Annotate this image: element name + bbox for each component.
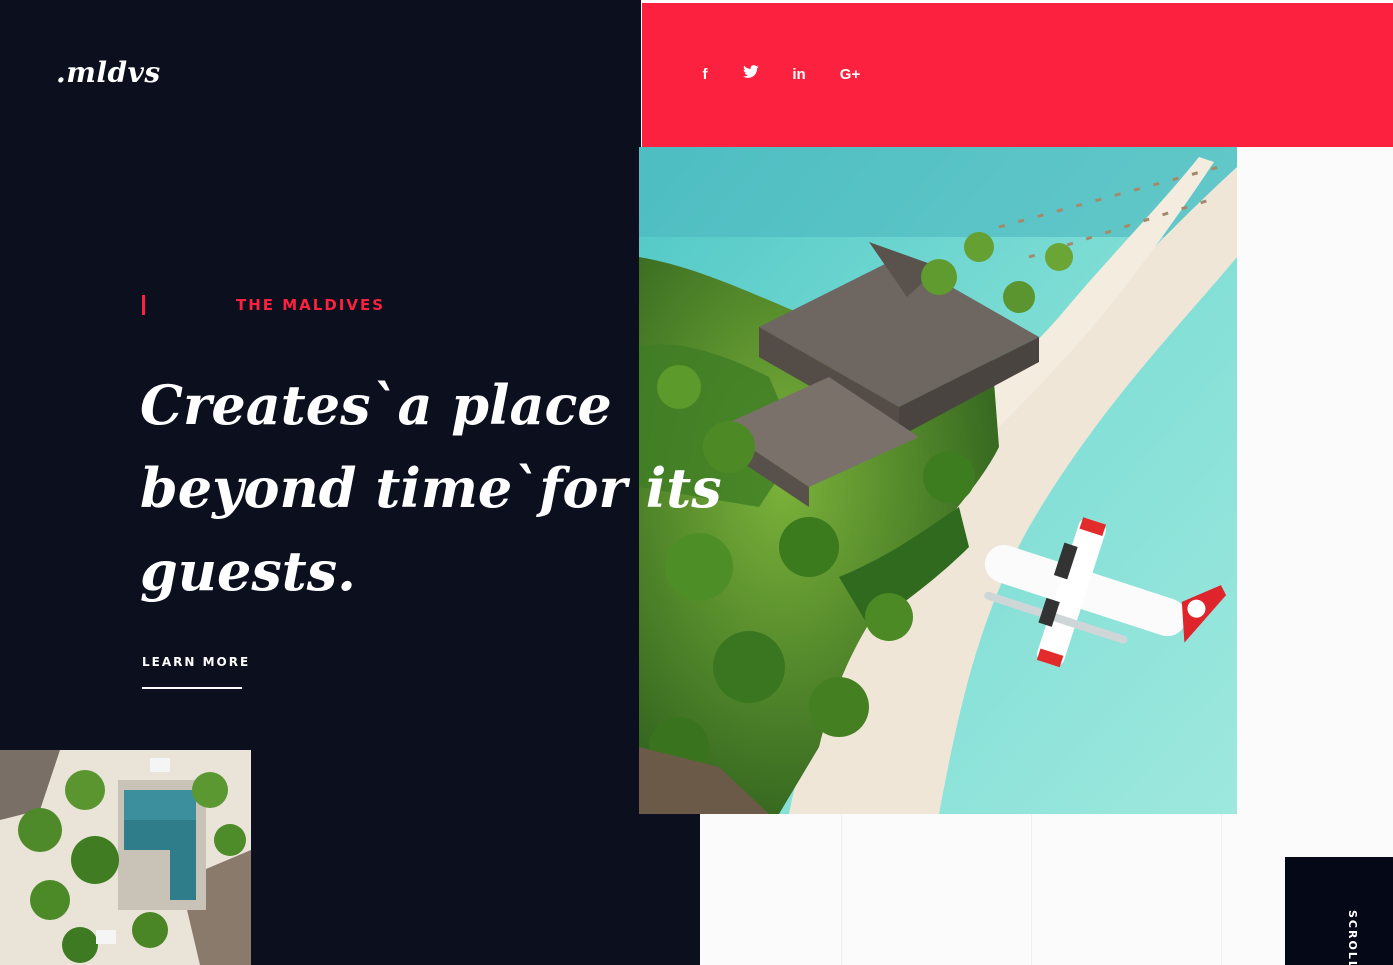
learn-more-underline [142, 687, 242, 689]
resort-aerial-illustration [639, 147, 1237, 814]
twitter-icon[interactable] [740, 64, 762, 86]
right-side-background [1237, 147, 1393, 814]
google-plus-icon[interactable]: G+ [836, 64, 864, 86]
headline-line: beyond time`for its [140, 456, 722, 520]
linkedin-icon[interactable]: in [788, 64, 810, 86]
pool-aerial-illustration [0, 750, 251, 965]
hero-eyebrow: THE MALDIVES [236, 296, 386, 314]
grid-line [1031, 814, 1032, 965]
twitter-bird-glyph [743, 65, 759, 78]
headline-line: guests. [140, 539, 356, 603]
site-logo[interactable]: .mldvs [56, 56, 161, 89]
grid-line [1221, 814, 1222, 965]
scroll-label[interactable]: SCROLL [1325, 910, 1359, 965]
hero-headline: Creates`a place beyond time`for its gues… [140, 364, 722, 613]
resort-pool-photo [0, 750, 251, 965]
learn-more-link[interactable]: LEARN MORE [142, 655, 250, 669]
eyebrow-accent-line [142, 295, 145, 315]
facebook-icon[interactable]: f [697, 64, 713, 86]
resort-aerial-photo [639, 147, 1237, 814]
grid-line [841, 814, 842, 965]
headline-line: Creates`a place [140, 373, 612, 437]
